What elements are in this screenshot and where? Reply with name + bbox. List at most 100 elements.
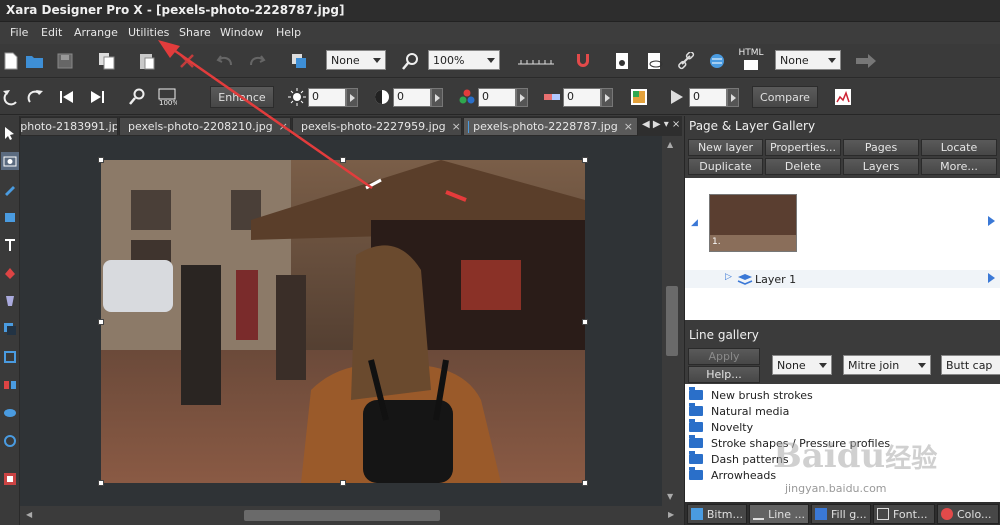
magnet-snap-icon[interactable] bbox=[572, 50, 594, 72]
color-palette-icon[interactable] bbox=[628, 86, 650, 108]
preview-icon[interactable] bbox=[612, 50, 634, 72]
help-button[interactable]: Help... bbox=[688, 366, 760, 383]
mould-tool-icon[interactable] bbox=[1, 404, 19, 422]
open-folder-icon[interactable] bbox=[24, 50, 46, 72]
previous-icon[interactable] bbox=[56, 86, 78, 108]
tab-fill[interactable]: Fill g... bbox=[811, 504, 871, 524]
tab-font[interactable]: Font... bbox=[873, 504, 935, 524]
selection-handle[interactable] bbox=[582, 157, 588, 163]
scroll-thumb[interactable] bbox=[244, 510, 440, 521]
new-document-icon[interactable] bbox=[0, 50, 22, 72]
link-icon[interactable] bbox=[676, 50, 698, 72]
text-tool-icon[interactable] bbox=[1, 236, 19, 254]
layer-list[interactable]: ◢ 1. ▷ Layer 1 bbox=[685, 178, 1000, 320]
ruler-icon[interactable] bbox=[516, 50, 556, 72]
locate-button[interactable]: Locate bbox=[921, 139, 997, 156]
list-item[interactable]: Arrowheads bbox=[689, 467, 776, 483]
histogram-icon[interactable] bbox=[832, 86, 854, 108]
join-combo[interactable]: Mitre join bbox=[843, 355, 931, 375]
list-item[interactable]: Novelty bbox=[689, 419, 753, 435]
tab-label: Line ... bbox=[768, 507, 805, 521]
scroll-thumb[interactable] bbox=[666, 286, 678, 356]
rotate-right-icon[interactable] bbox=[24, 86, 46, 108]
zoom-actual-icon[interactable] bbox=[126, 86, 148, 108]
transparency-tool-icon[interactable] bbox=[1, 292, 19, 310]
selection-handle[interactable] bbox=[582, 480, 588, 486]
selector-tool-icon[interactable] bbox=[1, 124, 19, 142]
tab-colour[interactable]: Colo... bbox=[937, 504, 999, 524]
shape-tool-icon[interactable] bbox=[1, 208, 19, 226]
quality-combo[interactable]: None bbox=[775, 50, 841, 70]
web-preview-icon[interactable] bbox=[644, 50, 666, 72]
transparency-spin[interactable] bbox=[727, 88, 739, 107]
menu-arrange[interactable]: Arrange bbox=[74, 26, 118, 39]
scroll-down-icon[interactable]: ▼ bbox=[667, 492, 673, 501]
fill-tool-icon[interactable] bbox=[1, 264, 19, 282]
scroll-left-icon[interactable]: ◀ bbox=[26, 510, 32, 519]
scroll-right-icon[interactable]: ▶ bbox=[668, 510, 674, 519]
tab-line[interactable]: Line ... bbox=[749, 504, 809, 524]
document-tab-4[interactable]: pexels-photo-2228787.jpg × bbox=[463, 117, 638, 136]
tab-bitmap[interactable]: Bitm... bbox=[687, 504, 747, 524]
temperature-input[interactable]: 0 bbox=[563, 88, 601, 107]
rotate-left-icon[interactable] bbox=[0, 86, 22, 108]
shadow-tool-icon[interactable] bbox=[1, 320, 19, 338]
publish-globe-icon[interactable] bbox=[706, 50, 728, 72]
temperature-spin[interactable] bbox=[601, 88, 613, 107]
scroll-up-icon[interactable]: ▲ bbox=[667, 140, 673, 149]
transparency-input[interactable]: 0 bbox=[689, 88, 727, 107]
compare-button[interactable]: Compare bbox=[752, 86, 818, 108]
page-pointer-icon[interactable] bbox=[988, 216, 995, 226]
saturation-input[interactable]: 0 bbox=[478, 88, 516, 107]
more-button[interactable]: More... bbox=[921, 158, 997, 175]
selection-handle[interactable] bbox=[98, 319, 104, 325]
layer-pointer-icon[interactable] bbox=[988, 273, 995, 283]
zoom-combo[interactable]: 100% bbox=[428, 50, 500, 70]
list-item[interactable]: New brush strokes bbox=[689, 387, 813, 403]
zoom-tool-icon[interactable] bbox=[400, 50, 422, 72]
apply-button[interactable]: Apply bbox=[688, 348, 760, 365]
duplicate-button[interactable]: Duplicate bbox=[688, 158, 763, 175]
line-gallery-list[interactable]: New brush strokes Natural media Novelty … bbox=[685, 384, 1000, 502]
close-icon[interactable]: × bbox=[624, 120, 633, 133]
list-item[interactable]: Natural media bbox=[689, 403, 789, 419]
menu-file[interactable]: File bbox=[10, 26, 28, 39]
close-icon[interactable]: × bbox=[452, 120, 461, 133]
arrow-right-icon[interactable] bbox=[855, 50, 877, 72]
next-icon[interactable] bbox=[86, 86, 108, 108]
save-icon[interactable] bbox=[54, 50, 76, 72]
saturation-spin[interactable] bbox=[516, 88, 528, 107]
document-tab-1[interactable]: pexels-photo-2183991.jpg bbox=[20, 117, 118, 136]
properties-button[interactable]: Properties... bbox=[765, 139, 841, 156]
tab-scroll-arrows-icon[interactable]: ◀ ▶ ▾ × bbox=[642, 119, 680, 130]
selection-handle[interactable] bbox=[98, 157, 104, 163]
layers-button[interactable]: Layers bbox=[843, 158, 919, 175]
collapse-triangle-icon[interactable]: ◢ bbox=[691, 218, 698, 228]
title-bar: Xara Designer Pro X - [pexels-photo-2228… bbox=[0, 0, 1000, 22]
html-export-icon[interactable]: HTML bbox=[736, 48, 766, 74]
new-layer-button[interactable]: New layer bbox=[688, 139, 763, 156]
photo-image[interactable] bbox=[101, 160, 585, 483]
pages-button[interactable]: Pages bbox=[843, 139, 919, 156]
contrast-input[interactable]: 0 bbox=[393, 88, 431, 107]
horizontal-scrollbar[interactable]: ◀ ▶ bbox=[20, 506, 682, 525]
live-effects-tool-icon[interactable] bbox=[1, 470, 19, 488]
contour-tool-icon[interactable] bbox=[1, 432, 19, 450]
dash-combo[interactable]: None bbox=[772, 355, 832, 375]
bevel-tool-icon[interactable] bbox=[1, 348, 19, 366]
delete-button[interactable]: Delete bbox=[765, 158, 841, 175]
contrast-spin[interactable] bbox=[431, 88, 443, 107]
page-thumbnail[interactable]: 1. bbox=[709, 194, 797, 252]
selection-handle[interactable] bbox=[98, 480, 104, 486]
copy-icon[interactable] bbox=[96, 50, 118, 72]
vertical-scrollbar[interactable]: ▲ ▼ bbox=[662, 136, 682, 506]
cap-combo[interactable]: Butt cap bbox=[941, 355, 1000, 375]
photo-tool-icon[interactable] bbox=[1, 152, 19, 170]
selection-handle[interactable] bbox=[340, 480, 346, 486]
layer-row[interactable]: ▷ Layer 1 bbox=[685, 270, 1000, 288]
pen-tool-icon[interactable] bbox=[1, 180, 19, 198]
menu-edit[interactable]: Edit bbox=[41, 26, 62, 39]
selection-handle[interactable] bbox=[582, 319, 588, 325]
blend-tool-icon[interactable] bbox=[1, 376, 19, 394]
expand-triangle-icon[interactable]: ▷ bbox=[725, 272, 732, 282]
